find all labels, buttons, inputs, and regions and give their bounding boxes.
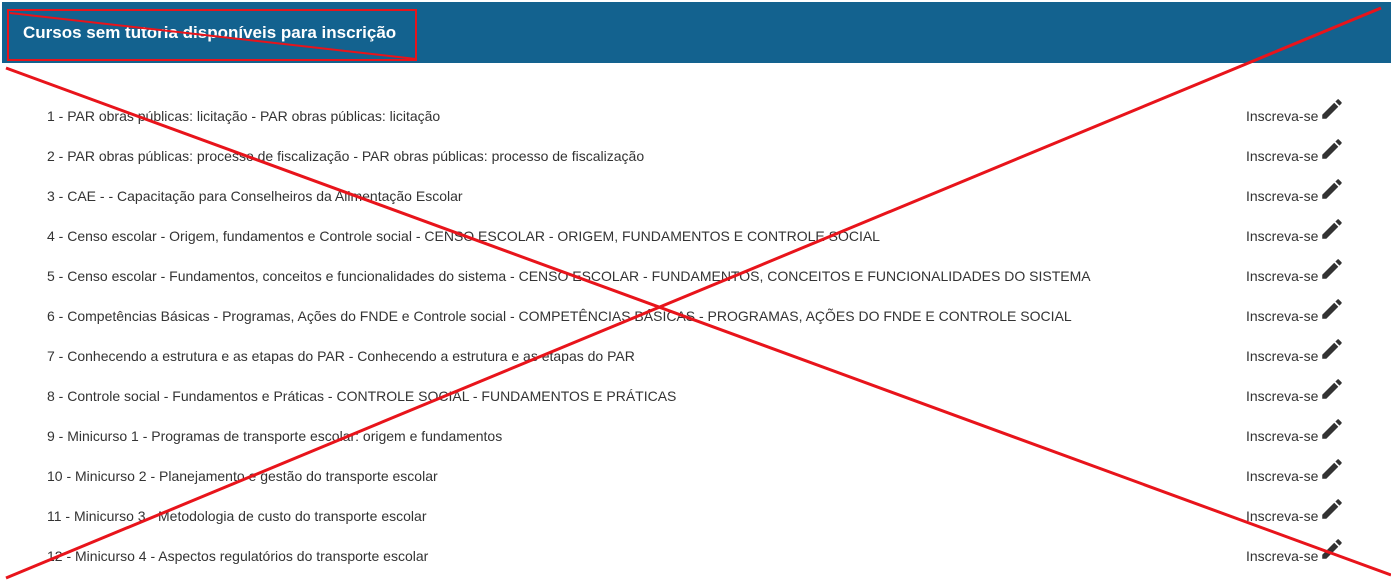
enroll-label: Inscreva-se — [1246, 148, 1319, 164]
list-item: 7 - Conhecendo a estrutura e as etapas d… — [0, 336, 1391, 376]
pencil-icon[interactable] — [1319, 176, 1345, 202]
panel-header: Cursos sem tutoria disponíveis para insc… — [2, 2, 1391, 63]
list-item: 5 - Censo escolar - Fundamentos, conceit… — [0, 256, 1391, 296]
enroll-button[interactable]: Inscreva-se — [1246, 456, 1356, 496]
enroll-label: Inscreva-se — [1246, 228, 1319, 244]
enroll-label: Inscreva-se — [1246, 108, 1319, 124]
enroll-button[interactable]: Inscreva-se — [1246, 216, 1356, 256]
enroll-label: Inscreva-se — [1246, 348, 1319, 364]
course-title: 2 - PAR obras públicas: processo de fisc… — [47, 148, 645, 164]
list-item: 11 - Minicurso 3 - Metodologia de custo … — [0, 496, 1391, 536]
course-title: 9 - Minicurso 1 - Programas de transport… — [47, 428, 503, 444]
course-title: 1 - PAR obras públicas: licitação - PAR … — [47, 108, 441, 124]
enroll-button[interactable]: Inscreva-se — [1246, 336, 1356, 376]
list-item: 1 - PAR obras públicas: licitação - PAR … — [0, 96, 1391, 136]
course-title: 4 - Censo escolar - Origem, fundamentos … — [47, 228, 880, 244]
enroll-button[interactable]: Inscreva-se — [1246, 376, 1356, 416]
list-item: 6 - Competências Básicas - Programas, Aç… — [0, 296, 1391, 336]
course-title: 8 - Controle social - Fundamentos e Prát… — [47, 388, 677, 404]
page: Cursos sem tutoria disponíveis para insc… — [0, 0, 1391, 584]
pencil-icon[interactable] — [1319, 456, 1345, 482]
course-title: 3 - CAE - - Capacitação para Conselheiro… — [47, 188, 463, 204]
enroll-button[interactable]: Inscreva-se — [1246, 496, 1356, 536]
enroll-button[interactable]: Inscreva-se — [1246, 256, 1356, 296]
course-title: 7 - Conhecendo a estrutura e as etapas d… — [47, 348, 635, 364]
enroll-button[interactable]: Inscreva-se — [1246, 136, 1356, 176]
course-title: 5 - Censo escolar - Fundamentos, conceit… — [47, 268, 1091, 284]
pencil-icon[interactable] — [1319, 216, 1345, 242]
pencil-icon[interactable] — [1319, 536, 1345, 562]
pencil-icon[interactable] — [1319, 136, 1345, 162]
enroll-button[interactable]: Inscreva-se — [1246, 536, 1356, 576]
enroll-label: Inscreva-se — [1246, 508, 1319, 524]
list-item: 12 - Minicurso 4 - Aspectos regulatórios… — [0, 536, 1391, 576]
enroll-label: Inscreva-se — [1246, 188, 1319, 204]
enroll-label: Inscreva-se — [1246, 268, 1319, 284]
pencil-icon[interactable] — [1319, 496, 1345, 522]
list-item: 9 - Minicurso 1 - Programas de transport… — [0, 416, 1391, 456]
enroll-label: Inscreva-se — [1246, 388, 1319, 404]
enroll-button[interactable]: Inscreva-se — [1246, 416, 1356, 456]
enroll-button[interactable]: Inscreva-se — [1246, 296, 1356, 336]
pencil-icon[interactable] — [1319, 416, 1345, 442]
panel-title: Cursos sem tutoria disponíveis para insc… — [23, 23, 397, 42]
pencil-icon[interactable] — [1319, 376, 1345, 402]
enroll-label: Inscreva-se — [1246, 468, 1319, 484]
course-title: 10 - Minicurso 2 - Planejamento e gestão… — [47, 468, 438, 484]
pencil-icon[interactable] — [1319, 256, 1345, 282]
course-title: 11 - Minicurso 3 - Metodologia de custo … — [47, 508, 427, 524]
course-list: 1 - PAR obras públicas: licitação - PAR … — [0, 96, 1391, 576]
enroll-label: Inscreva-se — [1246, 308, 1319, 324]
pencil-icon[interactable] — [1319, 296, 1345, 322]
list-item: 3 - CAE - - Capacitação para Conselheiro… — [0, 176, 1391, 216]
enroll-label: Inscreva-se — [1246, 548, 1319, 564]
list-item: 8 - Controle social - Fundamentos e Prát… — [0, 376, 1391, 416]
list-item: 2 - PAR obras públicas: processo de fisc… — [0, 136, 1391, 176]
list-item: 10 - Minicurso 2 - Planejamento e gestão… — [0, 456, 1391, 496]
enroll-button[interactable]: Inscreva-se — [1246, 96, 1356, 136]
course-title: 6 - Competências Básicas - Programas, Aç… — [47, 308, 1072, 324]
pencil-icon[interactable] — [1319, 96, 1345, 122]
enroll-label: Inscreva-se — [1246, 428, 1319, 444]
enroll-button[interactable]: Inscreva-se — [1246, 176, 1356, 216]
list-item: 4 - Censo escolar - Origem, fundamentos … — [0, 216, 1391, 256]
pencil-icon[interactable] — [1319, 336, 1345, 362]
course-title: 12 - Minicurso 4 - Aspectos regulatórios… — [47, 548, 429, 564]
